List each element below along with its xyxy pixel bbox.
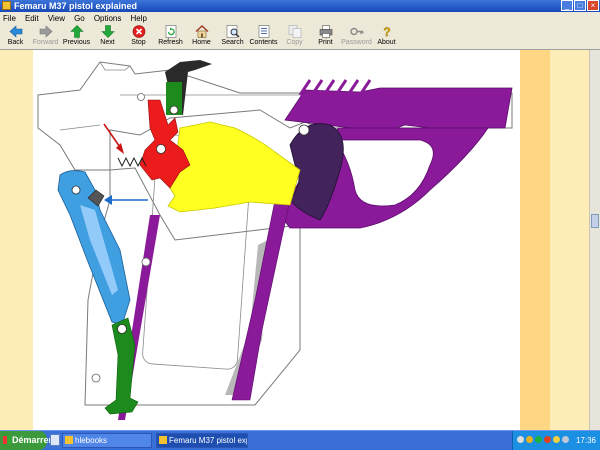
- book-icon: [159, 436, 167, 444]
- app-icon: [2, 1, 11, 10]
- copy-label: Copy: [286, 39, 303, 46]
- maximize-button[interactable]: □: [574, 0, 586, 11]
- minimize-button[interactable]: _: [561, 0, 573, 11]
- search-label: Search: [221, 39, 244, 46]
- previous-button[interactable]: Previous: [61, 24, 92, 49]
- previous-label: Previous: [62, 39, 91, 46]
- document-view: [0, 50, 600, 430]
- tray-icon-5[interactable]: [553, 436, 560, 443]
- refresh-label: Refresh: [158, 39, 183, 46]
- password-button[interactable]: Password: [341, 24, 372, 49]
- stop-icon: [132, 25, 146, 38]
- lower-lever-pin: [117, 324, 127, 334]
- up-arrow-icon: [69, 25, 84, 38]
- toolbar: Back Forward Previous Next Stop Refresh …: [0, 23, 600, 50]
- vertical-scrollbar[interactable]: [589, 50, 600, 430]
- forward-arrow-icon: [39, 25, 53, 38]
- help-icon: ?: [380, 25, 394, 39]
- windows-logo-icon: [3, 436, 11, 444]
- trigger-pin: [298, 124, 310, 136]
- password-label: Password: [341, 39, 372, 46]
- start-label: Démarrer: [12, 435, 53, 445]
- start-button[interactable]: Démarrer: [0, 431, 52, 450]
- window-title: Femaru M37 pistol explained: [14, 1, 138, 11]
- back-label: Back: [7, 39, 24, 46]
- tray-icon-4[interactable]: [544, 436, 551, 443]
- blue-arrow-head: [104, 195, 112, 205]
- frame-pin-1: [141, 257, 151, 267]
- refresh-button[interactable]: Refresh: [155, 24, 186, 49]
- magazine-catch-pin: [71, 185, 81, 195]
- search-icon: [226, 25, 240, 38]
- home-button[interactable]: Home: [186, 24, 217, 49]
- copy-icon: [288, 25, 302, 38]
- tray-icon-3[interactable]: [535, 436, 542, 443]
- window-controls: _ □ ×: [561, 0, 599, 11]
- print-icon: [319, 25, 333, 38]
- down-arrow-icon: [100, 25, 115, 38]
- task-hlebooks-label: hlebooks: [75, 436, 108, 445]
- quick-launch-icon[interactable]: [50, 434, 60, 446]
- forward-label: Forward: [32, 39, 59, 46]
- pistol-mechanism-diagram: [37, 60, 513, 420]
- contents-icon: [257, 25, 271, 38]
- home-icon: [195, 25, 209, 38]
- about-label: About: [377, 39, 396, 46]
- about-button[interactable]: ? About: [371, 24, 402, 49]
- title-bar: Femaru M37 pistol explained _ □ ×: [0, 0, 600, 12]
- menu-bar: File Edit View Go Options Help: [0, 12, 600, 23]
- next-button[interactable]: Next: [92, 24, 123, 49]
- contents-button[interactable]: Contents: [248, 24, 279, 49]
- tray-icon-2[interactable]: [526, 436, 533, 443]
- forward-button[interactable]: Forward: [30, 24, 61, 49]
- taskbar: Démarrer hlebooks Femaru M37 pistol exp.…: [0, 430, 600, 450]
- hammer-pin: [156, 144, 166, 154]
- back-arrow-icon: [9, 25, 23, 38]
- stop-label: Stop: [131, 39, 146, 46]
- tray-icon-6[interactable]: [562, 436, 569, 443]
- frame-pin-3: [137, 93, 145, 101]
- key-icon: [349, 25, 364, 38]
- task-femaru-label: Femaru M37 pistol exp...: [169, 436, 247, 445]
- stop-button[interactable]: Stop: [123, 24, 154, 49]
- right-page-margin-dark: [520, 50, 550, 430]
- red-arrow-head: [116, 143, 124, 154]
- task-femaru[interactable]: Femaru M37 pistol exp...: [156, 433, 248, 448]
- refresh-icon: [164, 25, 178, 38]
- back-button[interactable]: Back: [0, 24, 31, 49]
- next-label: Next: [100, 39, 115, 46]
- contents-label: Contents: [249, 39, 278, 46]
- system-tray: 17:36: [512, 431, 600, 450]
- left-page-margin: [0, 50, 33, 430]
- close-button[interactable]: ×: [587, 0, 599, 11]
- task-hlebooks[interactable]: hlebooks: [62, 433, 152, 448]
- frame-pin-2: [91, 373, 101, 383]
- copy-button[interactable]: Copy: [279, 24, 310, 49]
- home-label: Home: [192, 39, 211, 46]
- scrollbar-thumb[interactable]: [591, 214, 599, 228]
- folder-icon: [65, 436, 73, 444]
- clock: 17:36: [575, 436, 596, 445]
- search-button[interactable]: Search: [217, 24, 248, 49]
- sear-pin: [169, 105, 179, 115]
- print-label: Print: [318, 39, 333, 46]
- tray-icon-1[interactable]: [517, 436, 524, 443]
- svg-text:?: ?: [383, 25, 390, 38]
- print-button[interactable]: Print: [310, 24, 341, 49]
- right-page-margin-light: [550, 50, 589, 430]
